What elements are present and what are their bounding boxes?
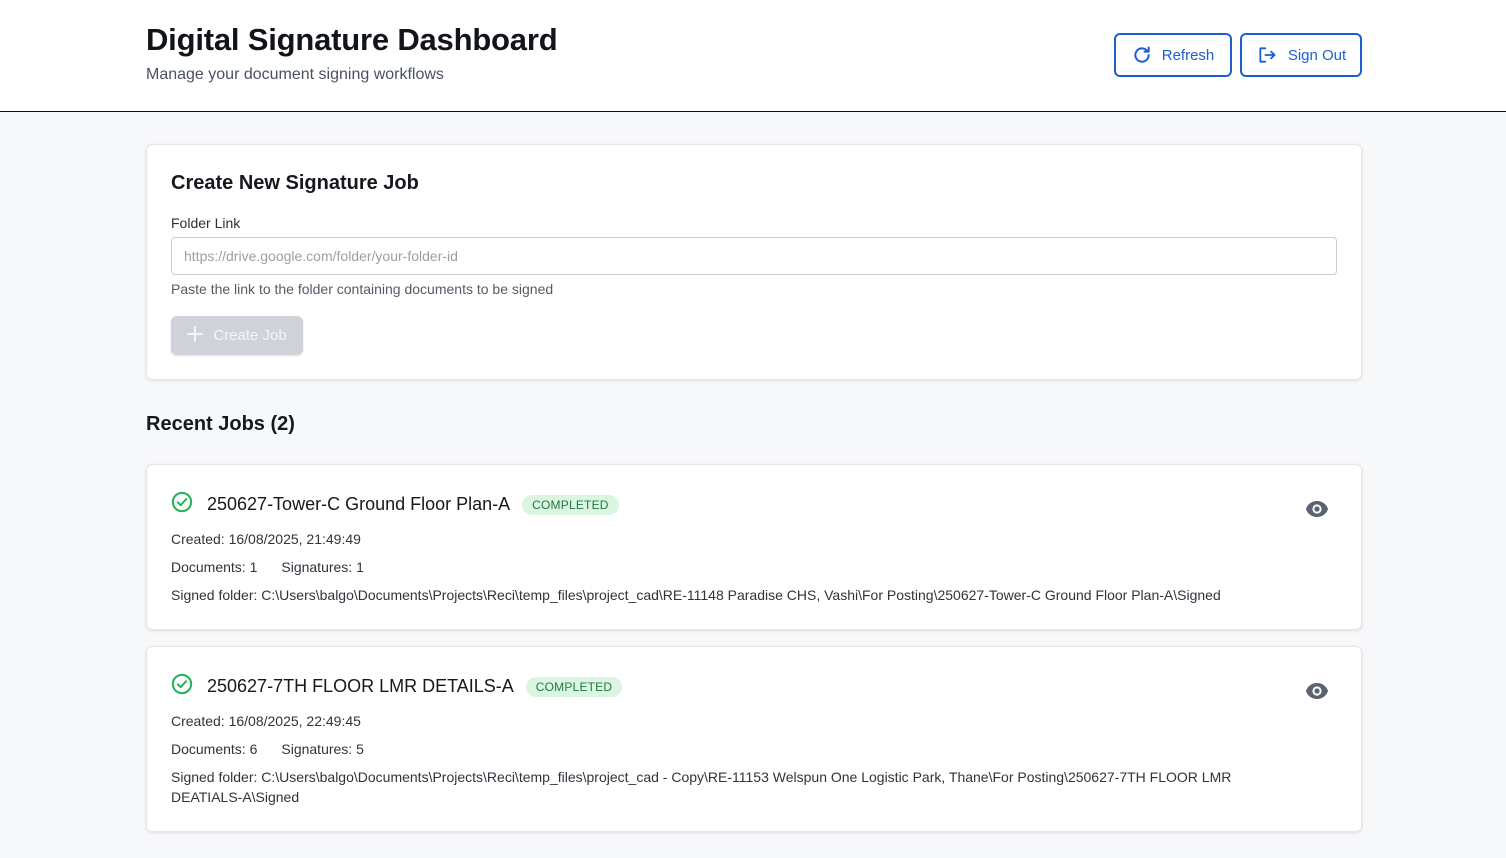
- plus-icon: [187, 325, 204, 346]
- sign-out-icon: [1256, 45, 1278, 65]
- sign-out-label: Sign Out: [1287, 46, 1347, 64]
- job-counts: Documents: 6 Signatures: 5: [171, 739, 364, 759]
- job-header: 250627-Tower-C Ground Floor Plan-A COMPL…: [171, 491, 619, 518]
- create-job-button[interactable]: Create Job: [171, 316, 303, 355]
- create-job-label: Create Job: [213, 327, 287, 344]
- recent-jobs-title: Recent Jobs (2): [146, 413, 295, 435]
- app-header: Digital Signature Dashboard Manage your …: [0, 0, 1506, 112]
- folder-link-label: Folder Link: [171, 215, 241, 231]
- view-job-button[interactable]: [1303, 681, 1331, 705]
- status-badge: COMPLETED: [522, 494, 619, 515]
- eye-icon: [1305, 500, 1329, 523]
- job-signatures: Signatures: 1: [281, 559, 364, 575]
- job-signed-folder: Signed folder: C:\Users\balgo\Documents\…: [171, 769, 1232, 805]
- job-created: Created: 16/08/2025, 21:49:49: [171, 531, 361, 547]
- refresh-button[interactable]: Refresh: [1114, 33, 1232, 77]
- job-documents: Documents: 1: [171, 559, 258, 575]
- job-name: 250627-Tower-C Ground Floor Plan-A: [207, 494, 511, 514]
- create-job-title: Create New Signature Job: [171, 172, 419, 194]
- job-signed-folder: Signed folder: C:\Users\balgo\Documents\…: [171, 587, 1221, 603]
- sign-out-button[interactable]: Sign Out: [1240, 33, 1362, 77]
- job-card: 250627-Tower-C Ground Floor Plan-A COMPL…: [146, 464, 1362, 630]
- job-header: 250627-7TH FLOOR LMR DETAILS-A COMPLETED: [171, 673, 623, 700]
- job-counts: Documents: 1 Signatures: 1: [171, 557, 364, 577]
- job-name: 250627-7TH FLOOR LMR DETAILS-A: [207, 676, 514, 696]
- check-circle-icon: [171, 491, 193, 518]
- folder-link-input[interactable]: [171, 237, 1337, 275]
- create-job-card: Create New Signature Job Folder Link Pas…: [146, 144, 1362, 380]
- view-job-button[interactable]: [1303, 499, 1331, 523]
- refresh-icon: [1132, 45, 1152, 65]
- page-subtitle: Manage your document signing workflows: [146, 66, 444, 83]
- job-signatures: Signatures: 5: [281, 741, 364, 757]
- job-documents: Documents: 6: [171, 741, 258, 757]
- check-circle-icon: [171, 673, 193, 700]
- folder-link-help: Paste the link to the folder containing …: [171, 281, 554, 297]
- page-title: Digital Signature Dashboard: [146, 22, 558, 57]
- job-created: Created: 16/08/2025, 22:49:45: [171, 713, 361, 729]
- job-card: 250627-7TH FLOOR LMR DETAILS-A COMPLETED…: [146, 646, 1362, 832]
- eye-icon: [1305, 682, 1329, 705]
- status-badge: COMPLETED: [525, 676, 623, 697]
- refresh-label: Refresh: [1161, 46, 1215, 64]
